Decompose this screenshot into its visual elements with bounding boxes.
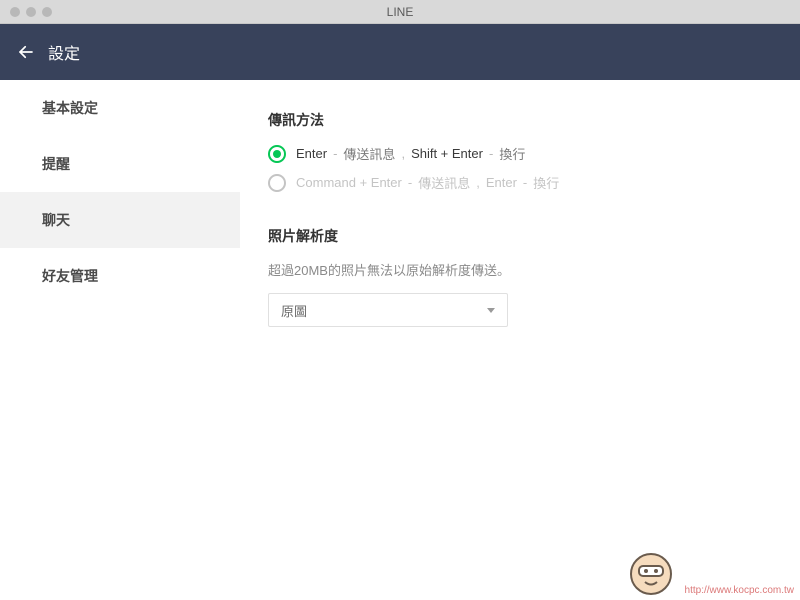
section-photo-resolution: 照片解析度 超過20MB的照片無法以原始解析度傳送。 原圖 [268,226,772,327]
radio-icon [268,174,286,192]
radio-newline-label: 換行 [499,144,525,163]
settings-sidebar: 基本設定 提醒 聊天 好友管理 [0,80,240,600]
sidebar-item-label: 好友管理 [42,266,98,286]
window-controls [0,7,52,17]
separator-icon: - [523,175,527,190]
sidebar-item-basic[interactable]: 基本設定 [0,80,240,136]
radio-send-label: 傳送訊息 [343,144,395,163]
sidebar-item-label: 聊天 [42,210,70,230]
radio-key: Enter [296,146,327,161]
settings-header: 設定 [0,24,800,80]
sidebar-item-friends[interactable]: 好友管理 [0,248,240,304]
radio-newline-key: Shift + Enter [411,146,483,161]
header-title: 設定 [48,40,80,64]
back-icon[interactable] [16,42,36,62]
radio-icon [268,145,286,163]
radio-key: Command + Enter [296,175,402,190]
separator-icon: , [401,146,405,161]
section-description: 超過20MB的照片無法以原始解析度傳送。 [268,260,772,279]
radio-send-label: 傳送訊息 [418,173,470,192]
sidebar-item-notifications[interactable]: 提醒 [0,136,240,192]
zoom-window-icon[interactable] [42,7,52,17]
sidebar-item-chat[interactable]: 聊天 [0,192,240,248]
close-window-icon[interactable] [10,7,20,17]
separator-icon: - [408,175,412,190]
select-value: 原圖 [281,301,307,320]
window-title: LINE [0,5,800,19]
radio-send-cmd-enter[interactable]: Command + Enter - 傳送訊息 , Enter - 換行 [268,173,772,192]
radio-send-enter[interactable]: Enter - 傳送訊息 , Shift + Enter - 換行 [268,144,772,163]
section-title: 傳訊方法 [268,110,772,130]
caret-down-icon [487,308,495,313]
radio-newline-key: Enter [486,175,517,190]
sidebar-item-label: 提醒 [42,154,70,174]
separator-icon: , [476,175,480,190]
radio-newline-label: 換行 [533,173,559,192]
section-send-method: 傳訊方法 Enter - 傳送訊息 , Shift + Enter - 換行 C… [268,110,772,192]
sidebar-item-label: 基本設定 [42,98,98,118]
titlebar: LINE [0,0,800,24]
section-title: 照片解析度 [268,226,772,246]
separator-icon: - [333,146,337,161]
settings-content: 傳訊方法 Enter - 傳送訊息 , Shift + Enter - 換行 C… [240,80,800,600]
separator-icon: - [489,146,493,161]
photo-resolution-select[interactable]: 原圖 [268,293,508,327]
minimize-window-icon[interactable] [26,7,36,17]
